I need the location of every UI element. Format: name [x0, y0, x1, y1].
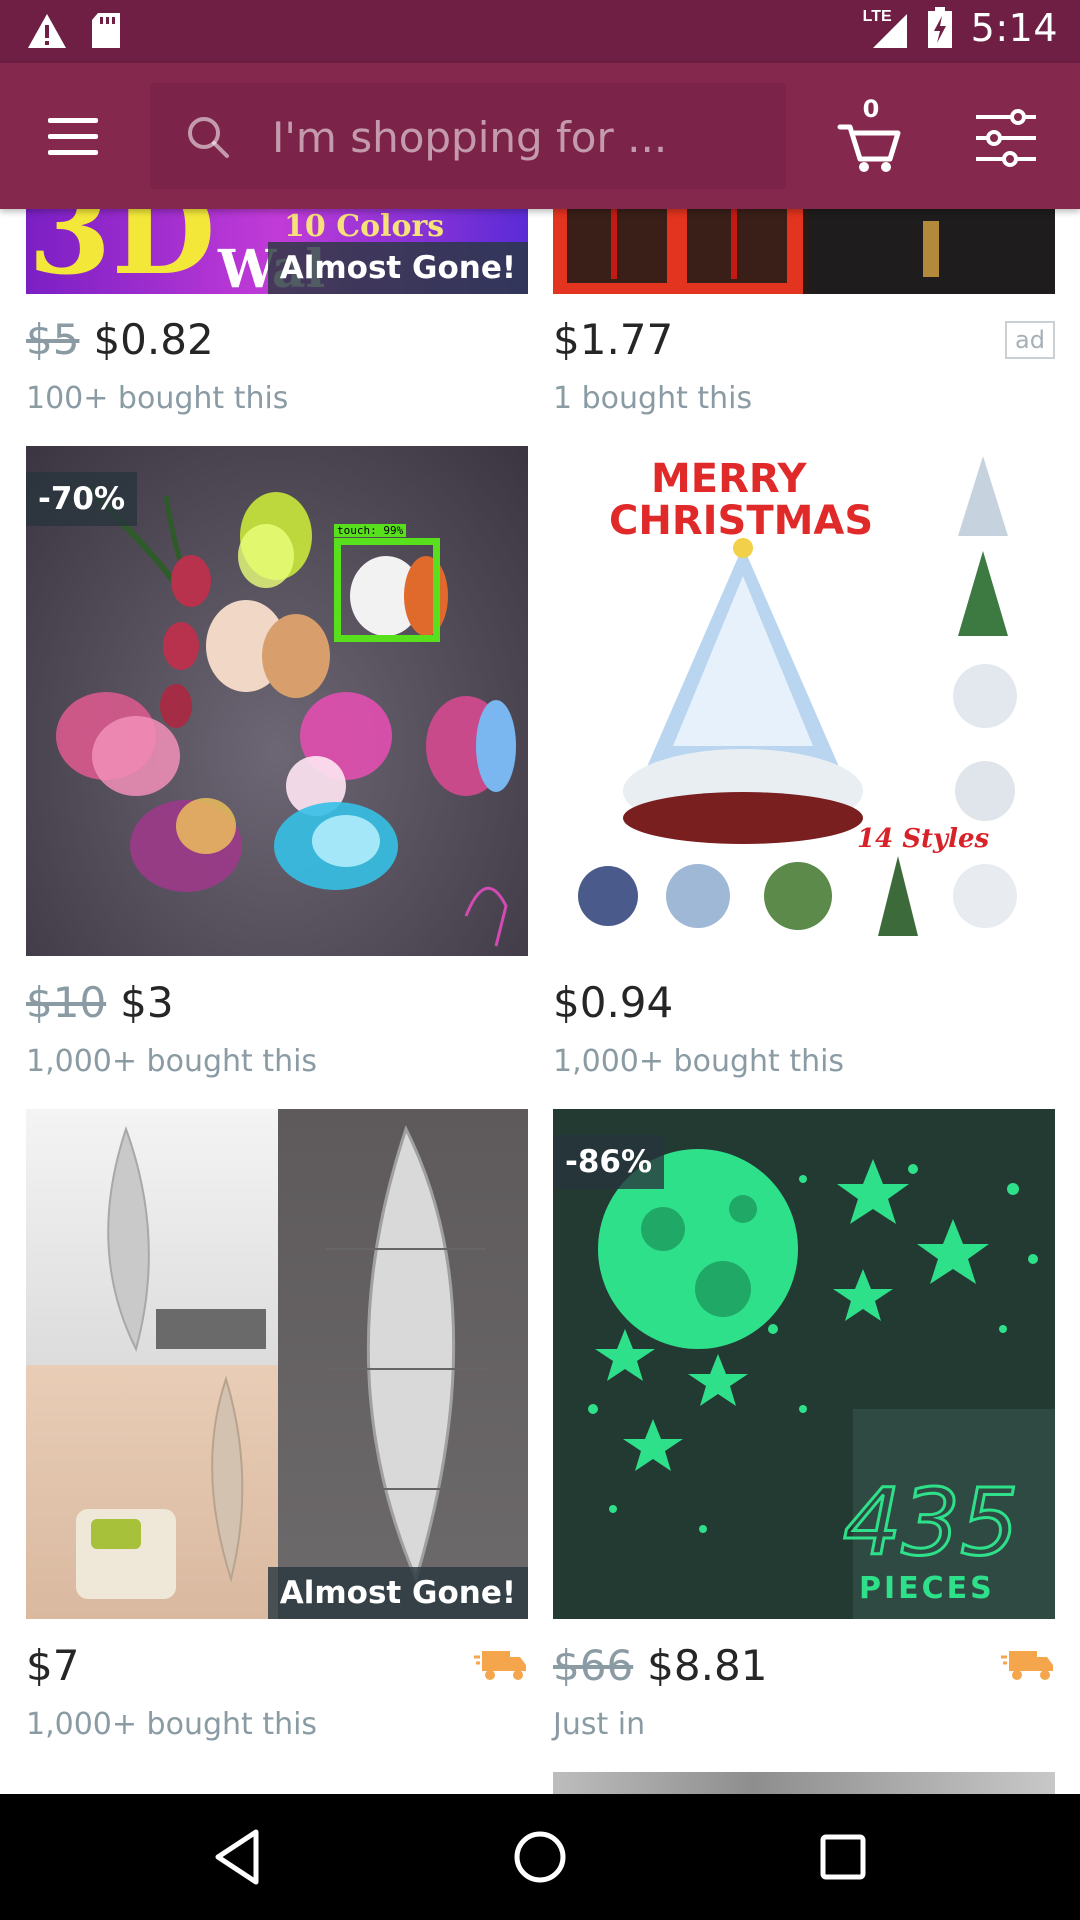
- product-image-partial[interactable]: [553, 1772, 1055, 1794]
- christmas-tree-illustration: [578, 456, 1017, 936]
- product-image[interactable]: Almost Gone!: [26, 1109, 528, 1619]
- search-icon: [188, 117, 229, 158]
- price-row: $7: [26, 1641, 528, 1693]
- bought-count: 1,000+ bought this: [26, 1707, 318, 1742]
- product-image[interactable]: 3D 10 Colors Wal Almost Gone!: [26, 209, 528, 294]
- original-price: $66: [553, 1641, 634, 1690]
- cart-icon: [837, 124, 901, 172]
- original-price: $10: [26, 978, 107, 1027]
- menu-button[interactable]: [32, 99, 114, 173]
- price-row: $0.94: [553, 978, 1055, 1030]
- sd-card-icon: [92, 13, 120, 48]
- status-clock: 5:14: [970, 6, 1058, 50]
- back-icon[interactable]: [204, 1824, 270, 1890]
- price-row: $10 $3: [26, 978, 528, 1030]
- cart-button[interactable]: 0: [836, 95, 902, 173]
- product-image[interactable]: [553, 209, 1055, 294]
- image-text: 435: [842, 1468, 1021, 1578]
- sale-price: $0.82: [93, 315, 214, 364]
- battery-charging-icon: [927, 7, 952, 48]
- bought-count: Just in: [553, 1707, 646, 1742]
- price-row: $1.77: [553, 315, 1055, 367]
- detection-box: [334, 538, 440, 642]
- image-text: 14 Styles: [857, 824, 990, 854]
- bought-count: 100+ bought this: [26, 381, 289, 416]
- search-input[interactable]: [272, 107, 752, 167]
- sale-price: $0.94: [553, 978, 674, 1027]
- sale-price: $8.81: [647, 1641, 768, 1690]
- system-nav-bar: [0, 1794, 1080, 1920]
- hamburger-line: [48, 133, 98, 139]
- home-icon[interactable]: [507, 1824, 573, 1890]
- discount-badge: -70%: [26, 472, 138, 526]
- image-text: PIECES: [859, 1571, 995, 1606]
- network-type: LTE: [862, 8, 892, 25]
- image-fill: [923, 221, 939, 277]
- price-row: $66 $8.81: [553, 1641, 1055, 1693]
- image-fill: [567, 209, 667, 283]
- almost-gone-badge: Almost Gone!: [267, 242, 528, 294]
- recent-apps-icon[interactable]: [810, 1824, 876, 1890]
- feather-mirror-illustration: [76, 1125, 486, 1599]
- bought-count: 1,000+ bought this: [553, 1044, 845, 1079]
- status-bar: LTE 5:14: [0, 0, 1080, 63]
- sale-price: $1.77: [553, 315, 674, 364]
- almost-gone-badge: Almost Gone!: [267, 1567, 528, 1619]
- hamburger-line: [48, 117, 98, 123]
- bought-count: 1 bought this: [553, 381, 753, 416]
- ad-label: ad: [1005, 321, 1055, 359]
- app-bar: 0: [0, 63, 1080, 209]
- product-image[interactable]: MERRY CHRISTMAS 14 Styles: [553, 446, 1055, 956]
- image-fill: [611, 209, 617, 279]
- image-text: 3D: [28, 209, 216, 294]
- detection-label: touch: 99%: [334, 524, 407, 537]
- warning-icon: [28, 14, 66, 48]
- product-image[interactable]: 435 PIECES -86%: [553, 1109, 1055, 1619]
- original-price: $5: [26, 315, 80, 364]
- image-fill: [687, 209, 787, 283]
- sale-price: $7: [26, 1641, 80, 1690]
- free-shipping-truck-icon: [1001, 1651, 1053, 1680]
- image-fill: [731, 209, 737, 279]
- hamburger-line: [48, 149, 98, 155]
- sale-price: $3: [120, 978, 174, 1027]
- discount-badge: -86%: [553, 1135, 665, 1189]
- search-box[interactable]: [150, 83, 786, 189]
- filter-settings-icon[interactable]: [974, 109, 1038, 167]
- price-row: $5 $0.82: [26, 315, 528, 367]
- free-shipping-truck-icon: [474, 1651, 526, 1680]
- product-image[interactable]: touch: 99% -70%: [26, 446, 528, 956]
- signal-icon: LTE: [862, 6, 909, 50]
- bought-count: 1,000+ bought this: [26, 1044, 318, 1079]
